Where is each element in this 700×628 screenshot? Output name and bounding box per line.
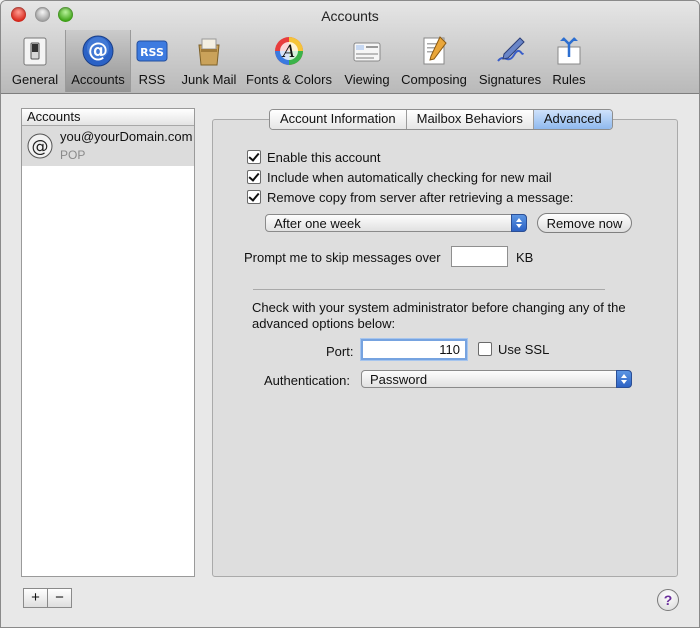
use-ssl-row[interactable]: Use SSL — [478, 341, 549, 359]
include-checking-checkbox[interactable] — [247, 170, 261, 184]
toolbar-label-rss: RSS — [138, 72, 166, 87]
rss-icon: RSS — [136, 40, 168, 62]
svg-text:RSS: RSS — [140, 46, 164, 59]
port-label: Port: — [326, 344, 354, 359]
toolbar-signatures[interactable]: Signatures — [475, 31, 545, 91]
toolbar-label-accounts: Accounts — [71, 72, 125, 87]
toolbar-label-junk-mail: Junk Mail — [181, 72, 237, 87]
tab-mailbox-behaviors[interactable]: Mailbox Behaviors — [406, 110, 534, 129]
authentication-label: Authentication: — [264, 373, 351, 388]
use-ssl-checkbox[interactable] — [478, 342, 492, 356]
enable-account-row[interactable]: Enable this account — [247, 149, 380, 167]
popup-arrows-icon — [616, 370, 632, 388]
junk-mail-icon — [198, 38, 220, 66]
toolbar-general[interactable]: General — [7, 31, 63, 91]
preferences-toolbar: Accounts General @ Accounts RSS RSS Junk… — [1, 1, 699, 94]
toolbar-composing[interactable]: Composing — [398, 31, 470, 91]
fonts-colors-icon: A — [275, 37, 303, 65]
accounts-list-header: Accounts — [22, 109, 194, 126]
signatures-icon — [497, 37, 525, 62]
remove-copy-row[interactable]: Remove copy from server after retrieving… — [247, 189, 573, 207]
viewing-icon — [353, 42, 381, 62]
window-title: Accounts — [321, 8, 379, 24]
admin-note-line2: advanced options below: — [252, 316, 396, 331]
section-divider — [253, 289, 605, 290]
toolbar-junk-mail[interactable]: Junk Mail — [177, 31, 241, 91]
help-button[interactable]: ? — [657, 589, 679, 611]
account-at-icon: @ — [27, 133, 53, 159]
include-checking-label: Include when automatically checking for … — [267, 170, 552, 185]
accounts-list[interactable]: Accounts @ you@yourDomain.com POP — [21, 108, 195, 577]
remove-copy-checkbox[interactable] — [247, 190, 261, 204]
toolbar-viewing[interactable]: Viewing — [339, 31, 395, 91]
rules-icon — [557, 37, 581, 65]
toolbar-label-rules: Rules — [552, 72, 586, 87]
account-list-item[interactable]: @ you@yourDomain.com POP — [22, 126, 194, 166]
at-sign-icon: @ — [82, 35, 114, 67]
svg-text:@: @ — [88, 38, 108, 62]
prompt-skip-size-field[interactable] — [451, 246, 508, 267]
account-type: POP — [60, 148, 86, 162]
toolbar-label-fonts-colors: Fonts & Colors — [246, 72, 332, 87]
popup-arrows-icon — [511, 214, 527, 232]
svg-text:A: A — [281, 42, 295, 62]
svg-text:@: @ — [32, 137, 49, 157]
general-switch-icon — [23, 37, 47, 66]
toolbar-label-signatures: Signatures — [478, 72, 542, 87]
authentication-value: Password — [370, 372, 428, 387]
toolbar-label-composing: Composing — [401, 72, 467, 87]
prompt-unit-label: KB — [516, 250, 534, 265]
accounts-preferences-window: Accounts General @ Accounts RSS RSS Junk… — [0, 0, 700, 628]
enable-account-label: Enable this account — [267, 150, 381, 165]
tab-account-information[interactable]: Account Information — [270, 110, 407, 129]
account-tabs: Account Information Mailbox Behaviors Ad… — [269, 109, 613, 130]
account-email: you@yourDomain.com — [60, 129, 193, 144]
prompt-skip-label: Prompt me to skip messages over — [244, 250, 441, 265]
toolbar-rss[interactable]: RSS RSS — [132, 31, 172, 91]
tab-advanced[interactable]: Advanced — [533, 110, 612, 129]
toolbar-label-viewing: Viewing — [344, 72, 390, 87]
toolbar-rules[interactable]: Rules — [549, 31, 589, 91]
remove-now-button[interactable]: Remove now — [537, 213, 632, 233]
remove-after-popup[interactable]: After one week — [265, 214, 527, 232]
use-ssl-label: Use SSL — [498, 342, 550, 357]
admin-note-line1: Check with your system administrator bef… — [252, 300, 626, 315]
add-account-button[interactable]: + — [23, 588, 48, 608]
remove-copy-label: Remove copy from server after retrieving… — [267, 190, 574, 205]
authentication-popup[interactable]: Password — [361, 370, 632, 388]
toolbar-accounts[interactable]: @ Accounts — [65, 30, 131, 92]
toolbar-fonts-colors[interactable]: A Fonts & Colors — [243, 31, 335, 91]
enable-account-checkbox[interactable] — [247, 150, 261, 164]
remove-after-value: After one week — [274, 216, 361, 231]
include-checking-row[interactable]: Include when automatically checking for … — [247, 169, 552, 187]
port-field[interactable]: 110 — [361, 339, 467, 360]
remove-account-button[interactable]: − — [47, 588, 72, 608]
composing-icon — [423, 36, 447, 65]
toolbar-label-general: General — [11, 72, 59, 87]
